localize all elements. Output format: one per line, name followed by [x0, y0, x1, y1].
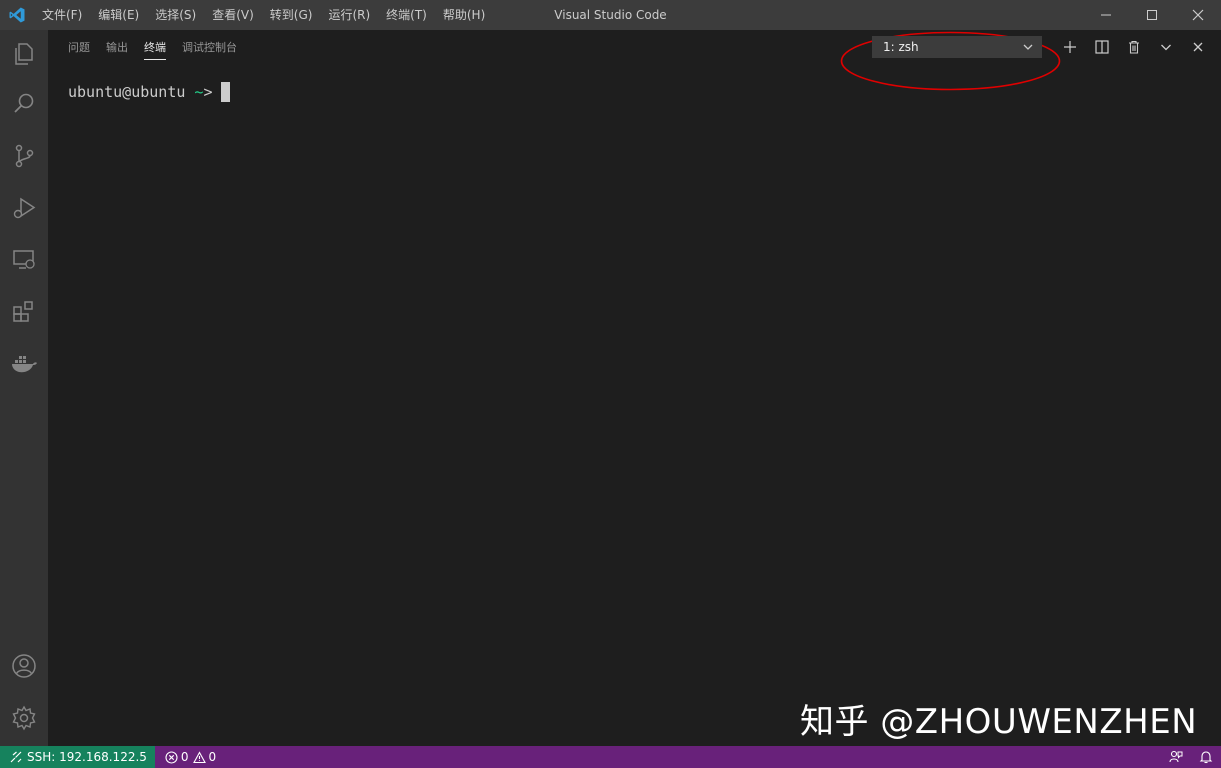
new-terminal-button[interactable] [1054, 36, 1086, 58]
panel-tabs: 问题 输出 终端 调试控制台 [60, 30, 245, 65]
maximize-button[interactable] [1129, 0, 1175, 30]
remote-indicator[interactable]: SSH: 192.168.122.5 [0, 746, 155, 768]
menu-run[interactable]: 运行(R) [320, 0, 378, 30]
prompt-user: ubuntu@ubuntu [68, 83, 186, 101]
kill-terminal-icon [1129, 40, 1139, 54]
status-right [1161, 746, 1221, 768]
chevron-down-icon [1023, 44, 1033, 50]
menu-terminal[interactable]: 终端(T) [378, 0, 435, 30]
remote-explorer-button[interactable] [0, 236, 48, 284]
split-terminal-icon [1095, 40, 1109, 54]
menu-file[interactable]: 文件(F) [34, 0, 90, 30]
account-icon [12, 654, 36, 678]
tab-problems[interactable]: 问题 [60, 30, 98, 65]
search-button[interactable] [0, 80, 48, 128]
menu-help[interactable]: 帮助(H) [435, 0, 493, 30]
tab-debug-console[interactable]: 调试控制台 [174, 30, 245, 65]
docker-icon [12, 356, 37, 373]
maximize-panel-button[interactable] [1150, 36, 1182, 58]
source-control-button[interactable] [0, 132, 48, 180]
close-panel-button[interactable] [1182, 36, 1214, 58]
feedback-button[interactable] [1161, 746, 1191, 768]
watermark: 知乎 @ZHOUWENZHEN [800, 702, 1198, 742]
activity-bar [0, 30, 48, 746]
minimize-icon [1101, 14, 1111, 16]
search-icon [14, 93, 34, 113]
error-icon [165, 750, 178, 764]
menu-view[interactable]: 查看(V) [204, 0, 262, 30]
maximize-icon [1147, 10, 1157, 20]
window-controls [1083, 0, 1221, 30]
split-terminal-button[interactable] [1086, 36, 1118, 58]
run-debug-button[interactable] [0, 184, 48, 232]
warning-count: 0 [208, 750, 217, 764]
kill-terminal-button[interactable] [1118, 36, 1150, 58]
menu-go[interactable]: 转到(G) [262, 0, 321, 30]
close-icon [1192, 9, 1204, 21]
manage-button[interactable] [0, 694, 48, 742]
bell-icon [1199, 751, 1213, 764]
extensions-icon [13, 301, 33, 322]
accounts-button[interactable] [0, 642, 48, 690]
terminal-select-value: 1: zsh [883, 40, 919, 54]
terminal-output[interactable]: ubuntu@ubuntu ~ > [68, 82, 231, 102]
vscode-logo-icon [0, 0, 34, 30]
notifications-button[interactable] [1191, 746, 1221, 768]
close-window-button[interactable] [1175, 0, 1221, 30]
remote-label: SSH: 192.168.122.5 [27, 750, 147, 764]
run-debug-icon [13, 197, 36, 219]
terminal-select-dropdown[interactable]: 1: zsh [872, 36, 1042, 58]
error-count: 0 [180, 750, 189, 764]
menu-bar: 文件(F) 编辑(E) 选择(S) 查看(V) 转到(G) 运行(R) 终端(T… [34, 0, 493, 30]
remote-icon [10, 751, 22, 763]
settings-gear-icon [12, 705, 36, 731]
maximize-panel-icon [1161, 44, 1171, 51]
terminal-cursor [221, 82, 231, 102]
remote-explorer-icon [13, 250, 35, 269]
tab-terminal[interactable]: 终端 [136, 30, 174, 65]
source-control-icon [15, 144, 34, 168]
prompt-dir: ~ [194, 83, 204, 101]
close-panel-icon [1193, 42, 1203, 52]
title-bar: 文件(F) 编辑(E) 选择(S) 查看(V) 转到(G) 运行(R) 终端(T… [0, 0, 1221, 30]
terminal-panel: 问题 输出 终端 调试控制台 1: zsh ubuntu@ubuntu ~ > … [48, 30, 1221, 746]
feedback-icon [1169, 750, 1183, 763]
problems-indicator[interactable]: 0 0 [155, 746, 230, 768]
minimize-button[interactable] [1083, 0, 1129, 30]
warning-icon [192, 750, 206, 763]
status-bar: SSH: 192.168.122.5 0 0 [0, 746, 1221, 768]
explorer-button[interactable] [0, 30, 48, 78]
tab-output[interactable]: 输出 [98, 30, 136, 65]
menu-selection[interactable]: 选择(S) [147, 0, 204, 30]
new-terminal-icon [1064, 41, 1076, 53]
panel-actions [1054, 36, 1214, 58]
extensions-button[interactable] [0, 288, 48, 336]
files-icon [15, 43, 33, 65]
docker-button[interactable] [0, 340, 48, 388]
prompt-symbol: > [203, 83, 213, 101]
menu-edit[interactable]: 编辑(E) [90, 0, 147, 30]
